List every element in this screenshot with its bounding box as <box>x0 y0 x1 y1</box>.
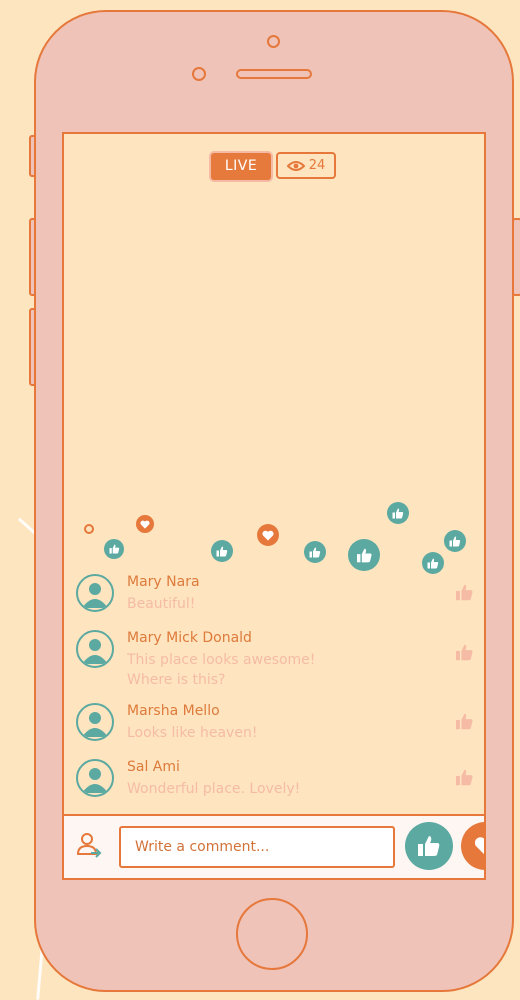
viewer-count: 24 <box>308 158 326 173</box>
avatar[interactable] <box>76 703 114 741</box>
live-stream-screen: LIVE 24 Mary Nara Beautiful! Mary Mick D… <box>62 132 486 880</box>
comment-like-icon[interactable] <box>455 644 474 665</box>
comment-text: This place looks awesome! Where is this? <box>127 652 316 688</box>
comment-text: Wonderful place. Lovely! <box>127 781 301 797</box>
comment-author[interactable]: Mary Mick Donald <box>127 630 252 646</box>
floating-like-icon <box>304 541 326 563</box>
viewer-count-badge: 24 <box>276 152 336 179</box>
avatar[interactable] <box>76 759 114 797</box>
floating-like-icon <box>387 502 409 524</box>
comment-like-icon[interactable] <box>455 584 474 605</box>
floating-like-icon <box>422 552 444 574</box>
floating-heart-icon <box>136 515 154 533</box>
comment-like-icon[interactable] <box>455 769 474 790</box>
front-camera <box>267 35 280 48</box>
comment-input[interactable] <box>119 826 395 868</box>
comment-author[interactable]: Mary Nara <box>127 574 200 590</box>
like-button[interactable] <box>405 822 453 870</box>
floating-heart-icon <box>257 524 279 546</box>
avatar[interactable] <box>76 574 114 612</box>
live-badge: LIVE <box>211 153 271 180</box>
home-button[interactable] <box>236 898 308 970</box>
comment-like-icon[interactable] <box>455 713 474 734</box>
earpiece-speaker <box>236 69 312 79</box>
comment-author[interactable]: Sal Ami <box>127 759 180 775</box>
avatar[interactable] <box>76 630 114 668</box>
comment-text: Looks like heaven! <box>127 725 258 741</box>
comment-text: Beautiful! <box>127 596 196 612</box>
floating-like-icon <box>104 539 124 559</box>
comment-bar <box>64 814 484 878</box>
sensor-dot <box>192 67 206 81</box>
comment-author[interactable]: Marsha Mello <box>127 703 220 719</box>
eye-icon <box>286 160 305 171</box>
heart-icon <box>474 837 484 855</box>
floating-like-icon <box>444 530 466 552</box>
thumbs-up-icon <box>418 836 440 856</box>
floating-reaction-dot <box>84 524 94 534</box>
add-user-icon[interactable] <box>76 832 104 862</box>
floating-like-icon <box>348 539 380 571</box>
floating-like-icon <box>211 540 233 562</box>
heart-button[interactable] <box>461 822 484 870</box>
